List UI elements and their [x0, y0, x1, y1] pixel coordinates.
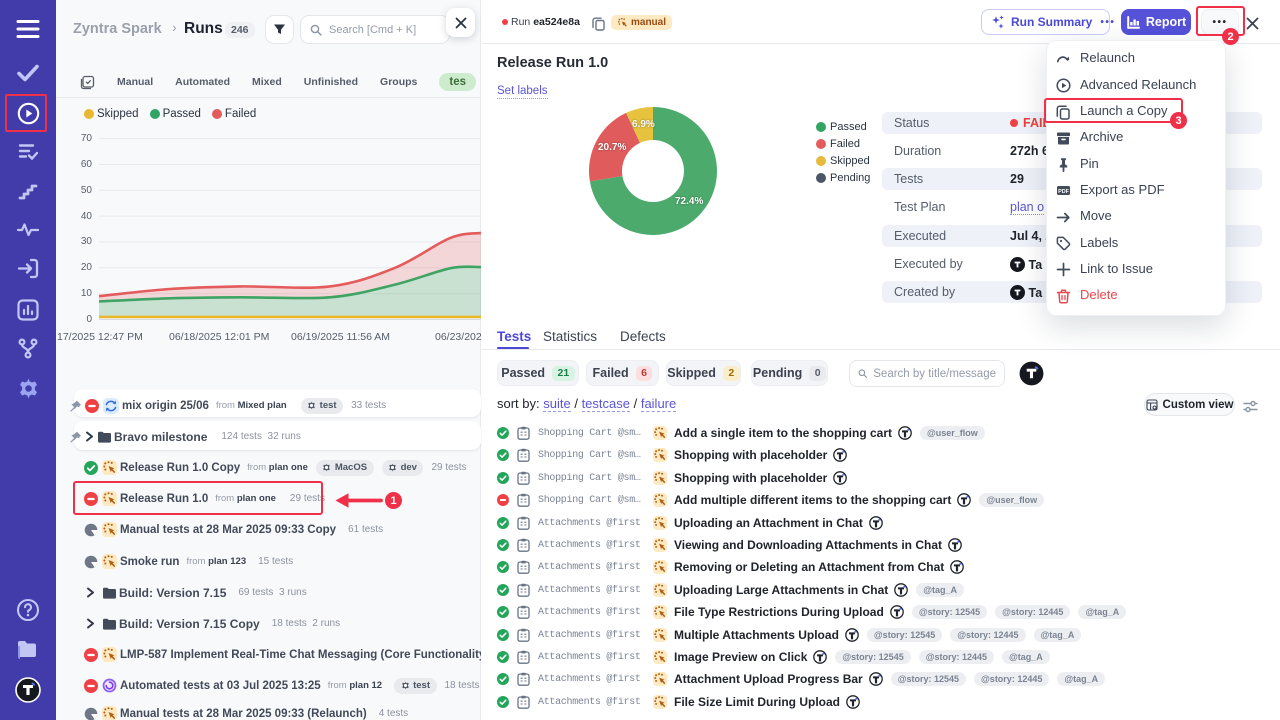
- svg-text:PDF: PDF: [1058, 189, 1069, 195]
